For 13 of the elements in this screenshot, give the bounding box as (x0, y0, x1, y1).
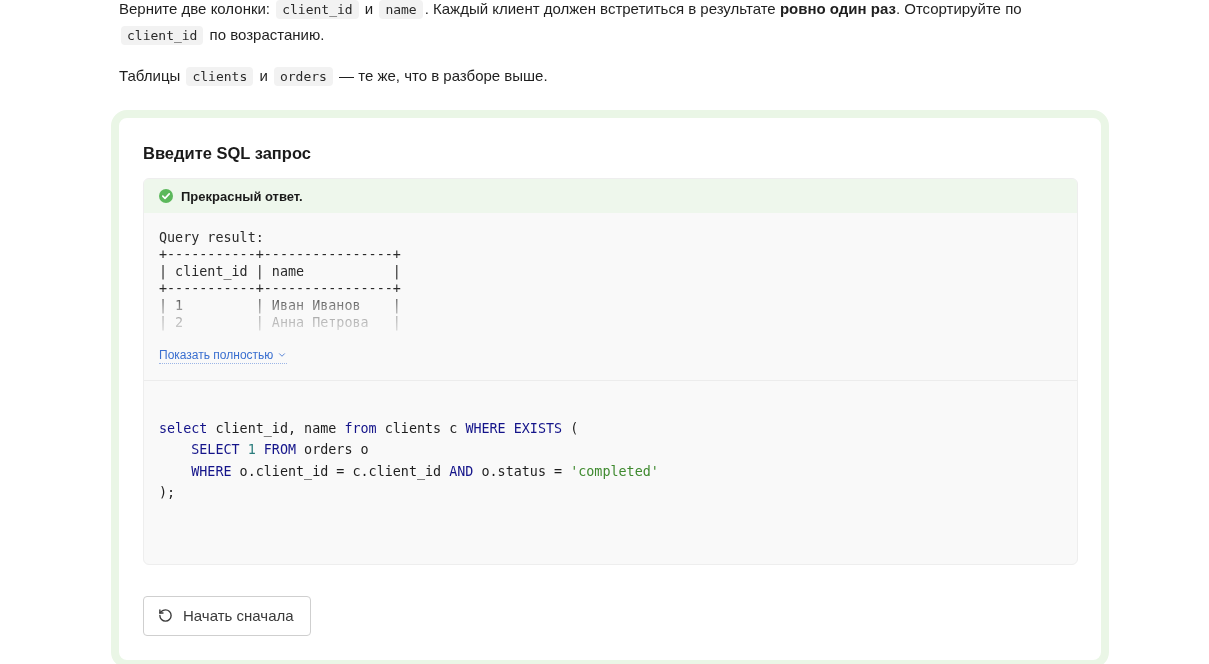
reset-icon (158, 608, 173, 624)
task-paragraph: Верните две колонки: client_id и name . Каждый клиент должен встретиться в результате ровно один раз. Отсортируйте по client_id по возрастанию. (118, 0, 1023, 47)
status-message: Прекрасный ответ. (181, 188, 303, 204)
show-more-link[interactable]: Показать полностью (159, 347, 288, 364)
sql-code-line: WHERE o.client_id = c.client_id AND o.status = 'completed' (191, 462, 659, 482)
exercise-title: Введите SQL запрос (143, 143, 311, 164)
sql-code-line: ); (159, 484, 176, 503)
query-result-output: Query result: +-----------+----------------+ | client_id | name | +-----------+----------------+ | 1 | Иван Иванов | | 2 | Анна Петрова | (159, 229, 401, 331)
sql-code-line: SELECT 1 FROM orders o (191, 441, 369, 460)
sql-code-line: select client_id, name from clients c WHERE EXISTS ( (159, 420, 579, 439)
reset-button[interactable]: Начать сначала (143, 595, 311, 636)
task-paragraph: Таблицы clients и orders — те же, что в разборе выше. (118, 66, 549, 88)
chevron-down-icon (277, 350, 288, 360)
